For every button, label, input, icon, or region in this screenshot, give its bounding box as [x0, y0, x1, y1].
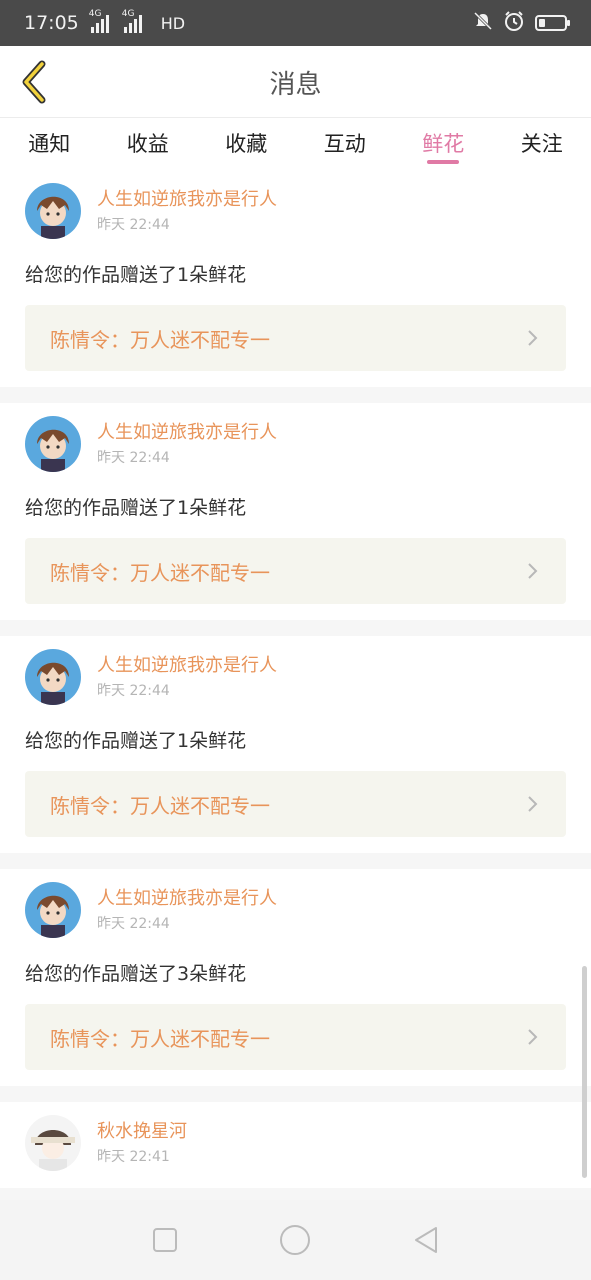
tab-favorites[interactable]: 收藏 — [197, 118, 296, 170]
recent-apps-button[interactable] — [145, 1220, 185, 1260]
message-card: 秋水挽星河 昨天 22:41 — [0, 1102, 591, 1188]
circle-icon — [280, 1225, 311, 1255]
avatar[interactable] — [25, 183, 81, 239]
tab-interaction[interactable]: 互动 — [296, 118, 395, 170]
message-time: 昨天 22:44 — [97, 915, 170, 932]
mute-icon — [473, 11, 493, 36]
home-button[interactable] — [275, 1220, 315, 1260]
hd-indicator: HD — [160, 14, 186, 33]
avatar-anime-boy-icon — [25, 416, 81, 472]
status-time: 17:05 — [24, 12, 79, 34]
message-text: 给您的作品赠送了3朵鲜花 — [25, 963, 247, 985]
chevron-right-icon — [528, 796, 538, 812]
message-text: 给您的作品赠送了1朵鲜花 — [25, 730, 247, 752]
work-title: 陈情令：万人迷不配专一 — [50, 1026, 270, 1051]
message-text: 给您的作品赠送了1朵鲜花 — [25, 497, 247, 519]
tab-notice[interactable]: 通知 — [0, 118, 99, 170]
work-link[interactable]: 陈情令：万人迷不配专一 — [25, 1004, 566, 1070]
sender-name[interactable]: 人生如逆旅我亦是行人 — [97, 189, 277, 211]
tab-following[interactable]: 关注 — [493, 118, 591, 170]
avatar-anime-boy-icon — [25, 183, 81, 239]
message-card: 人生如逆旅我亦是行人 昨天 22:44 给您的作品赠送了1朵鲜花 陈情令：万人迷… — [0, 403, 591, 620]
chevron-right-icon — [528, 1029, 538, 1045]
tab-earnings[interactable]: 收益 — [99, 118, 198, 170]
message-time: 昨天 22:41 — [97, 1148, 170, 1165]
avatar-anime-boy-icon — [25, 649, 81, 705]
message-card: 人生如逆旅我亦是行人 昨天 22:44 给您的作品赠送了1朵鲜花 陈情令：万人迷… — [0, 170, 591, 387]
work-title: 陈情令：万人迷不配专一 — [50, 560, 270, 585]
avatar[interactable] — [25, 416, 81, 472]
tab-bar: 通知 收益 收藏 互动 鲜花 关注 — [0, 118, 591, 170]
page-title: 消息 — [269, 70, 322, 100]
message-time: 昨天 22:44 — [97, 216, 170, 233]
avatar[interactable] — [25, 649, 81, 705]
sender-name[interactable]: 人生如逆旅我亦是行人 — [97, 655, 277, 677]
sender-name[interactable]: 人生如逆旅我亦是行人 — [97, 888, 277, 910]
signal-2-icon: 4G — [122, 9, 147, 33]
square-icon — [153, 1228, 178, 1252]
avatar[interactable] — [25, 1115, 81, 1171]
work-title: 陈情令：万人迷不配专一 — [50, 327, 270, 352]
sender-name[interactable]: 秋水挽星河 — [97, 1121, 187, 1143]
status-bar: 17:05 4G 4G HD — [0, 0, 591, 46]
message-text: 给您的作品赠送了1朵鲜花 — [25, 264, 247, 286]
message-card: 人生如逆旅我亦是行人 昨天 22:44 给您的作品赠送了1朵鲜花 陈情令：万人迷… — [0, 636, 591, 853]
triangle-back-icon — [414, 1227, 437, 1253]
message-time: 昨天 22:44 — [97, 682, 170, 699]
chevron-right-icon — [528, 330, 538, 346]
battery-icon — [535, 15, 570, 31]
chevron-right-icon — [528, 563, 538, 579]
work-link[interactable]: 陈情令：万人迷不配专一 — [25, 538, 566, 604]
alarm-icon — [503, 10, 525, 37]
system-back-button[interactable] — [406, 1220, 446, 1260]
tab-flowers[interactable]: 鲜花 — [394, 118, 493, 170]
work-link[interactable]: 陈情令：万人迷不配专一 — [25, 305, 566, 371]
avatar-anime-sketch-icon — [25, 1115, 81, 1171]
top-header: 消息 — [0, 46, 591, 118]
sender-name[interactable]: 人生如逆旅我亦是行人 — [97, 422, 277, 444]
message-card: 人生如逆旅我亦是行人 昨天 22:44 给您的作品赠送了3朵鲜花 陈情令：万人迷… — [0, 869, 591, 1086]
work-title: 陈情令：万人迷不配专一 — [50, 793, 270, 818]
avatar[interactable] — [25, 882, 81, 938]
message-time: 昨天 22:44 — [97, 449, 170, 466]
scrollbar[interactable] — [582, 966, 587, 1178]
work-link[interactable]: 陈情令：万人迷不配专一 — [25, 771, 566, 837]
system-navigation-bar — [0, 1200, 591, 1280]
signal-1-icon: 4G — [89, 9, 114, 33]
signal-indicators: 4G 4G HD — [89, 9, 186, 33]
flower-message-feed[interactable]: 人生如逆旅我亦是行人 昨天 22:44 给您的作品赠送了1朵鲜花 陈情令：万人迷… — [0, 170, 591, 1200]
avatar-anime-boy-icon — [25, 882, 81, 938]
